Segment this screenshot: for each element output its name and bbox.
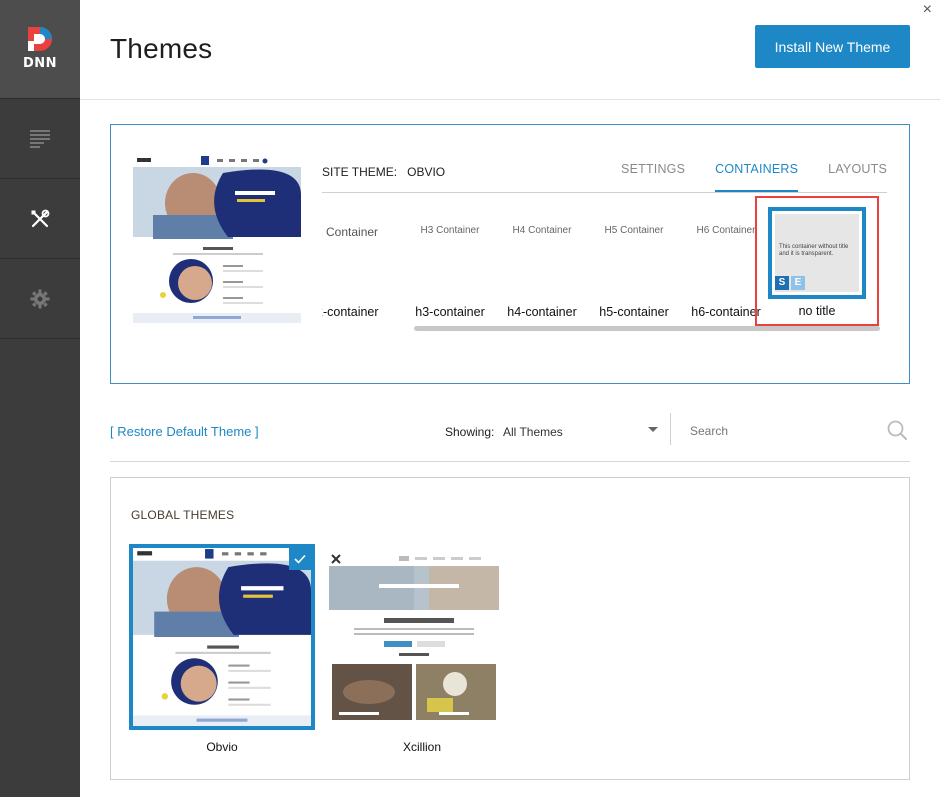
site-theme-thumbnail: [133, 155, 301, 323]
container-preview-text: This container without title and it is t…: [779, 244, 849, 257]
dnn-logo-icon: [28, 27, 52, 51]
header-divider: [80, 99, 940, 100]
sidebar-item-settings[interactable]: [0, 259, 80, 339]
dnn-logo[interactable]: DNN: [0, 0, 80, 99]
containers-scrollbar[interactable]: [414, 326, 880, 331]
theme-name: Obvio: [206, 740, 238, 754]
install-new-theme-button[interactable]: Install New Theme: [755, 25, 910, 68]
theme-thumbnail: [129, 544, 315, 730]
container-preview: H3 Container: [420, 225, 480, 236]
filter-divider-line: [110, 461, 910, 462]
selected-container-no-title[interactable]: This container without title and it is t…: [755, 196, 879, 326]
page-title: Themes: [110, 33, 213, 64]
container-preview: H4 Container: [512, 225, 572, 236]
close-icon[interactable]: ×: [923, 2, 932, 18]
filter-divider: [670, 413, 671, 445]
dnn-logo-text: DNN: [22, 56, 58, 71]
gear-icon: [30, 289, 50, 308]
container-item[interactable]: H4 Container h4-container: [496, 205, 588, 325]
tab-containers[interactable]: CONTAINERS: [715, 162, 799, 192]
container-preview: H5 Container: [604, 225, 664, 236]
edit-badge: E: [791, 276, 805, 290]
showing-label: Showing:: [445, 425, 495, 439]
site-theme-tabs: SETTINGS CONTAINERS LAYOUTS: [591, 162, 887, 192]
search-input[interactable]: [690, 420, 880, 442]
settings-badge: S: [775, 276, 789, 290]
showing-select[interactable]: All Themes: [503, 425, 663, 439]
tabs-divider: [322, 192, 887, 193]
selected-check-icon: [289, 548, 311, 570]
site-theme-value: OBVIO: [407, 165, 446, 179]
sidebar: DNN: [0, 0, 80, 797]
global-themes-panel: GLOBAL THEMES Obvio Xcillion: [110, 477, 910, 780]
theme-name: Xcillion: [402, 740, 441, 754]
container-name: h3-container: [415, 305, 485, 319]
restore-default-theme-link[interactable]: [ Restore Default Theme ]: [110, 424, 259, 439]
tools-icon: [31, 209, 50, 227]
sidebar-item-tools[interactable]: [0, 179, 80, 259]
sidebar-item-content[interactable]: [0, 99, 80, 179]
selected-container-frame: This container without title and it is t…: [768, 207, 866, 299]
site-theme-label-text: SITE THEME:: [322, 165, 398, 179]
container-item[interactable]: H5 Container h5-container: [588, 205, 680, 325]
container-name: no title: [798, 304, 836, 318]
document-lines-icon: [30, 129, 50, 148]
chevron-down-icon[interactable]: [648, 427, 658, 432]
container-preview: This container without title and it is t…: [775, 214, 859, 292]
container-preview: 2 Container: [322, 225, 379, 239]
tab-settings[interactable]: SETTINGS: [621, 162, 685, 192]
global-themes-label: GLOBAL THEMES: [131, 508, 235, 522]
container-name: h5-container: [599, 305, 669, 319]
container-name: 2-container: [322, 305, 379, 319]
tab-layouts[interactable]: LAYOUTS: [828, 162, 887, 192]
site-theme-panel: SITE THEME: OBVIO SETTINGS CONTAINERS LAY…: [110, 124, 910, 384]
container-item[interactable]: 2 Container 2-container: [322, 205, 408, 325]
search-icon[interactable]: [887, 420, 907, 440]
container-item[interactable]: H3 Container h3-container: [404, 205, 496, 325]
theme-thumbnail: [329, 552, 499, 722]
container-name: h4-container: [507, 305, 577, 319]
site-theme-label: SITE THEME: OBVIO: [322, 165, 445, 179]
